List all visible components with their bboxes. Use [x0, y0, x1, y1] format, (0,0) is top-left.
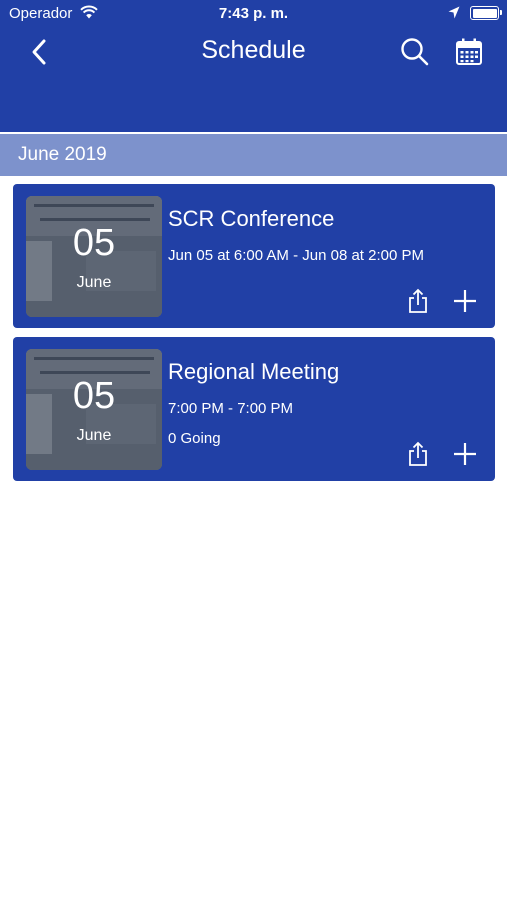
- app-header: Operador 7:43 p. m. Schedule: [0, 0, 507, 132]
- navigation-bar: Schedule: [0, 30, 507, 74]
- event-time: 7:00 PM - 7:00 PM: [168, 400, 294, 417]
- battery-icon: [470, 6, 502, 20]
- status-time: 7:43 p. m.: [218, 5, 289, 22]
- event-day: 05: [72, 375, 116, 417]
- event-month: June: [76, 427, 112, 444]
- calendar-button[interactable]: [452, 35, 486, 69]
- event-title: Regional Meeting: [168, 359, 340, 384]
- share-button[interactable]: [406, 288, 430, 314]
- event-month: June: [76, 274, 112, 291]
- status-bar: Operador 7:43 p. m.: [0, 0, 507, 28]
- event-thumbnail: 05 June: [26, 349, 162, 470]
- event-time: Jun 05 at 6:00 AM - Jun 08 at 2:00 PM: [168, 247, 424, 264]
- plus-icon: [454, 443, 476, 465]
- event-attendance: 0 Going: [168, 430, 221, 447]
- share-icon: [409, 441, 427, 466]
- add-button[interactable]: [452, 441, 478, 467]
- event-thumbnail: 05 June: [26, 196, 162, 317]
- share-button[interactable]: [406, 441, 430, 467]
- add-button[interactable]: [452, 288, 478, 314]
- event-day: 05: [72, 222, 116, 264]
- event-card[interactable]: 05 June SCR Conference Jun 05 at 6:00 AM…: [13, 184, 495, 328]
- event-title: SCR Conference: [168, 206, 335, 231]
- plus-icon: [454, 290, 476, 312]
- share-icon: [409, 288, 427, 313]
- location-arrow-icon: [448, 6, 460, 19]
- calendar-icon: [456, 38, 482, 65]
- search-icon: [401, 38, 429, 66]
- event-card[interactable]: 05 June Regional Meeting 7:00 PM - 7:00 …: [13, 337, 495, 481]
- search-button[interactable]: [398, 35, 432, 69]
- section-header: June 2019: [0, 134, 507, 176]
